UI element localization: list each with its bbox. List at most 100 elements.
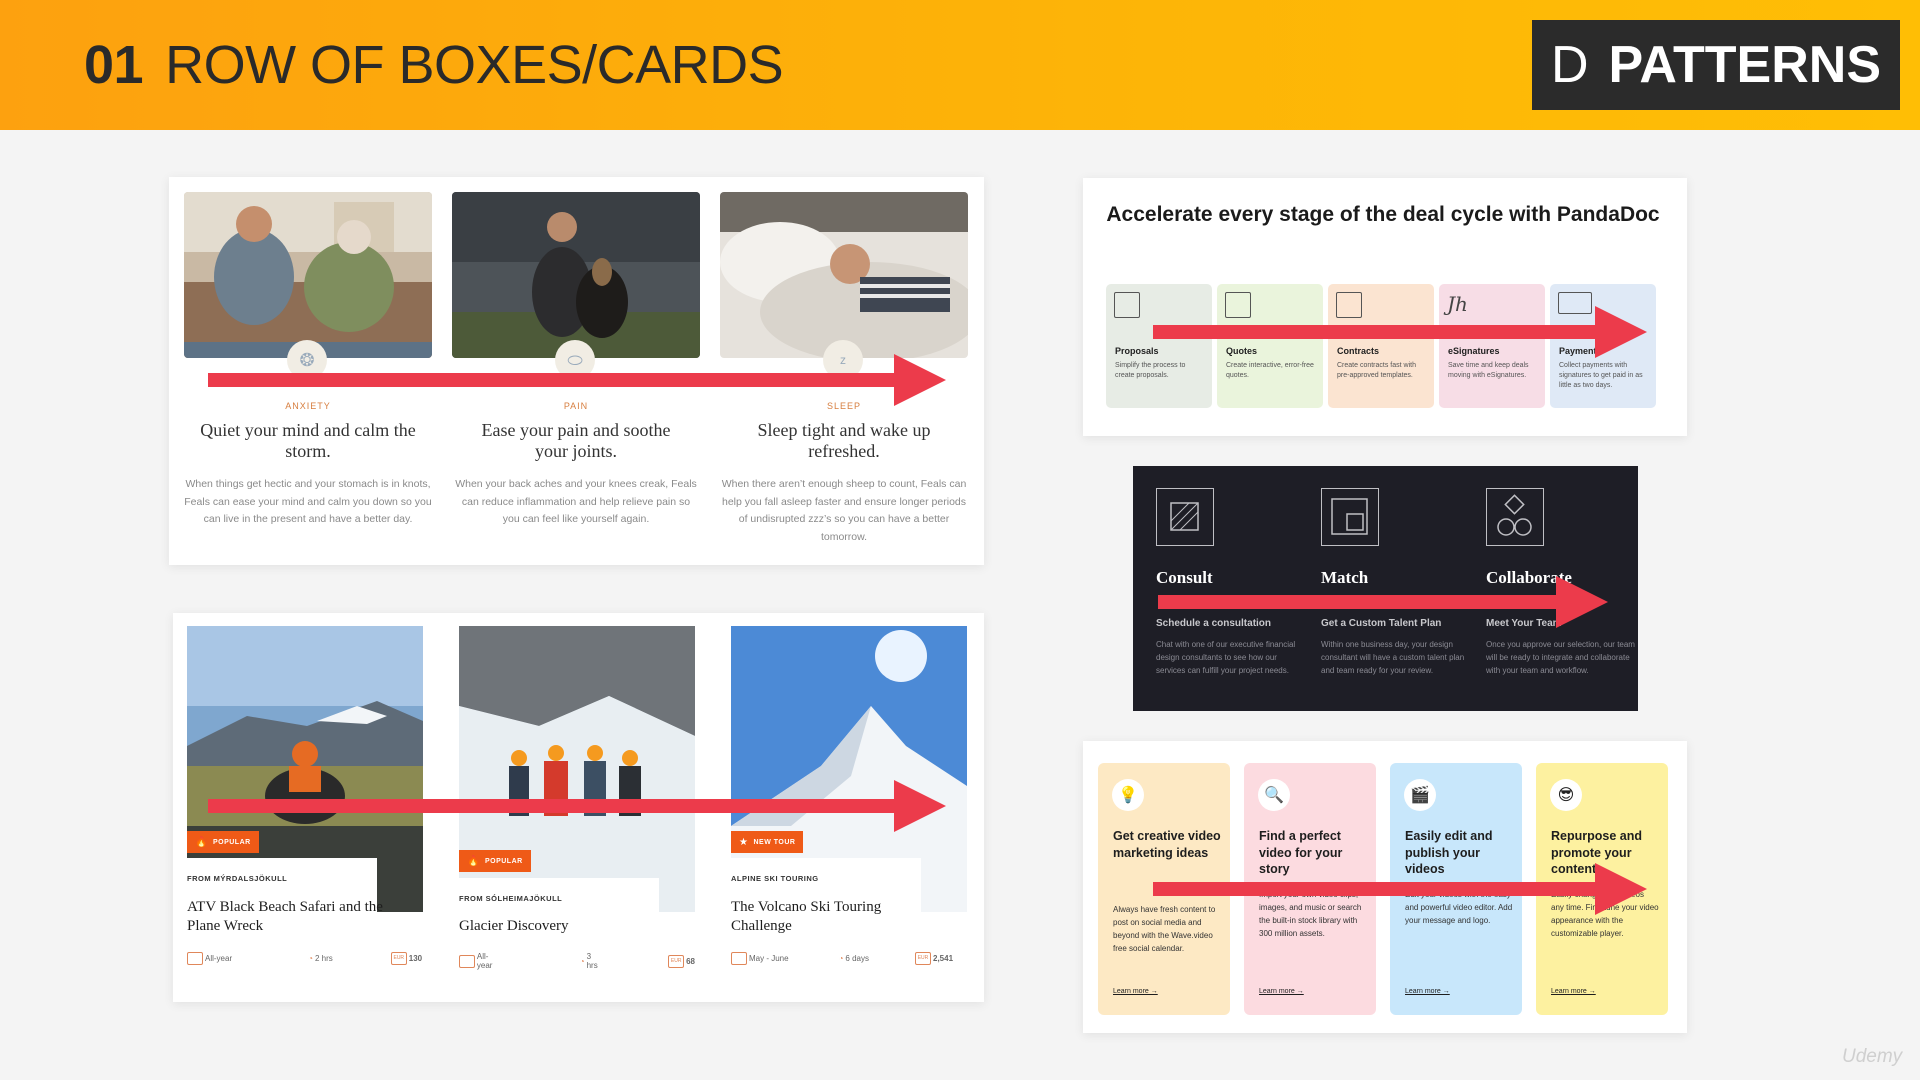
direction-arrow <box>1153 863 1647 915</box>
pandadoc-card-name: Quotes <box>1226 346 1258 356</box>
learn-more-link[interactable]: Learn more → <box>1551 988 1596 995</box>
flame-icon: 🔥 <box>467 855 480 867</box>
tour-badge-label: NEW TOUR <box>753 838 796 846</box>
tour-location: FROM SÓLHEIMAJÖKULL <box>459 894 563 903</box>
pandadoc-card-desc: Create interactive, error-free quotes. <box>1226 362 1314 379</box>
payment-card-icon <box>1558 292 1592 314</box>
feals-image-pain <box>452 192 700 358</box>
feals-headline: Quiet your mind and calm the storm. <box>200 420 416 461</box>
feals-body-text: When things get hectic and your stomach … <box>184 478 432 525</box>
feals-image-sleep <box>720 192 968 358</box>
signature-icon: Jh <box>1447 292 1468 316</box>
currency-icon: EUR <box>390 952 407 965</box>
document-icon <box>1114 292 1140 318</box>
star-icon: ★ <box>739 836 749 848</box>
currency-icon: EUR <box>668 954 685 968</box>
learn-more-link[interactable]: Learn more → <box>1259 988 1304 995</box>
patterns-badge: D PATTERNS <box>1532 20 1900 110</box>
tour-badge: 🔥 POPULAR <box>459 850 531 872</box>
wave-card-body: Always have fresh content to post on soc… <box>1113 905 1216 953</box>
wave-card-headline: Find a perfect video for your story <box>1259 829 1343 876</box>
feals-body-text: When there aren’t enough sheep to count,… <box>721 478 967 543</box>
badge-text: PATTERNS <box>1608 36 1882 94</box>
udemy-watermark: Udemy <box>1842 1046 1903 1067</box>
toptal-step-desc: Once you approve our selection, our team… <box>1486 640 1635 675</box>
wave-card-headline: Get creative video marketing ideas <box>1113 829 1221 860</box>
toptal-step-name: Match <box>1321 568 1369 587</box>
feals-image-anxiety <box>184 192 432 358</box>
toptal-step-desc: Chat with one of our executive financial… <box>1156 640 1296 675</box>
direction-arrow <box>208 780 946 832</box>
toptal-step-subtitle: Get a Custom Talent Plan <box>1321 618 1442 629</box>
pandadoc-card-desc: Create contracts fast with pre-approved … <box>1337 362 1416 379</box>
collaborate-shapes-icon <box>1486 488 1544 546</box>
magnifier-icon: 🔍 <box>1258 779 1290 811</box>
tour-meta-row: May - June ◔ 6 days EUR 2,541 <box>731 952 967 965</box>
tour-season: All-year <box>205 954 233 963</box>
feals-body-text: When your back aches and your knees crea… <box>455 478 697 525</box>
section-number: 01 <box>84 35 144 95</box>
tour-badge: 🔥 POPULAR <box>187 831 259 853</box>
tour-title[interactable]: The Volcano Ski Touring Challenge <box>731 898 941 936</box>
pandadoc-card-name: Proposals <box>1115 346 1159 356</box>
pandadoc-card-esignatures[interactable]: Jh eSignatures Save time and keep deals … <box>1439 284 1545 408</box>
calendar-icon <box>731 952 747 965</box>
clapper-icon: 🎬 <box>1404 779 1436 811</box>
learn-more-link[interactable]: Learn more → <box>1405 988 1450 995</box>
tour-duration: 6 days <box>845 954 869 963</box>
quote-sheet-icon <box>1225 292 1251 318</box>
tour-location: FROM MÝRDALSJÖKULL <box>187 874 288 883</box>
hatched-square-icon <box>1156 488 1214 546</box>
sunglasses-icon: 😎 <box>1550 779 1582 811</box>
wave-card-headline: Easily edit and publish your videos <box>1405 829 1493 876</box>
direction-arrow <box>208 354 946 406</box>
pandadoc-card-desc: Simplify the process to create proposals… <box>1115 362 1186 379</box>
tour-badge-label: POPULAR <box>484 857 523 865</box>
toptal-step-subtitle: Meet Your Team <box>1486 618 1562 629</box>
currency-icon: EUR <box>915 952 931 965</box>
clock-icon: ◔ <box>579 956 585 966</box>
pandadoc-card-name: eSignatures <box>1448 346 1500 356</box>
pandadoc-card-name: Contracts <box>1337 346 1380 356</box>
lightbulb-icon: 💡 <box>1112 779 1144 811</box>
page-title: 01 ROW OF BOXES/CARDS <box>84 34 784 96</box>
direction-arrow <box>1153 306 1647 358</box>
tour-badge-label: POPULAR <box>212 838 251 846</box>
toptal-step-subtitle: Schedule a consultation <box>1156 618 1272 629</box>
learn-more-link[interactable]: Learn more → <box>1113 988 1158 995</box>
tour-duration: 3 hrs <box>586 952 598 970</box>
tour-duration: 2 hrs <box>314 954 333 963</box>
feals-category: PAIN <box>563 401 589 411</box>
pandadoc-card-desc: Save time and keep deals moving with eSi… <box>1448 362 1529 379</box>
header-bar: 01 ROW OF BOXES/CARDS D PATTERNS <box>0 0 1920 130</box>
toptal-step-name: Consult <box>1156 568 1213 587</box>
tour-meta-row: All-year ◔ 3 hrs EUR 68 <box>459 952 695 970</box>
pandadoc-card-contracts[interactable]: Contracts Create contracts fast with pre… <box>1328 284 1434 408</box>
toptal-step-desc: Within one business day, your design con… <box>1321 640 1465 675</box>
calendar-icon <box>459 954 475 968</box>
tour-price: 2,541 <box>933 954 954 963</box>
calendar-icon <box>187 952 203 965</box>
tour-location: ALPINE SKI TOURING <box>731 874 819 883</box>
clock-icon: ◔ <box>838 954 844 963</box>
section-title: ROW OF BOXES/CARDS <box>165 35 784 95</box>
pandadoc-card-quotes[interactable]: Quotes Create interactive, error-free qu… <box>1217 284 1323 408</box>
tour-price: 68 <box>686 956 696 966</box>
tour-title[interactable]: Glacier Discovery <box>459 917 669 936</box>
tour-meta-row: All-year ◔ 2 hrs EUR 130 <box>187 952 423 965</box>
contract-icon <box>1336 292 1362 318</box>
tour-title[interactable]: ATV Black Beach Safari and the Plane Wre… <box>187 898 397 936</box>
tour-price: 130 <box>408 954 423 963</box>
feals-headline: Sleep tight and wake up refreshed. <box>757 420 931 461</box>
tour-season: May - June <box>749 954 789 963</box>
tour-season: All-year <box>476 952 493 970</box>
badge-letter: D <box>1550 36 1589 94</box>
pandadoc-title: Accelerate every stage of the deal cycle… <box>1106 203 1660 226</box>
nested-squares-icon <box>1321 488 1379 546</box>
pandadoc-card-desc: Collect payments with signatures to get … <box>1559 362 1643 389</box>
clock-icon: ◔ <box>308 954 313 963</box>
pandadoc-card-proposals[interactable]: Proposals Simplify the process to create… <box>1106 284 1212 408</box>
tour-badge: ★ NEW TOUR <box>731 831 804 853</box>
direction-arrow <box>1158 576 1608 628</box>
feals-headline: Ease your pain and soothe your joints. <box>481 420 671 461</box>
